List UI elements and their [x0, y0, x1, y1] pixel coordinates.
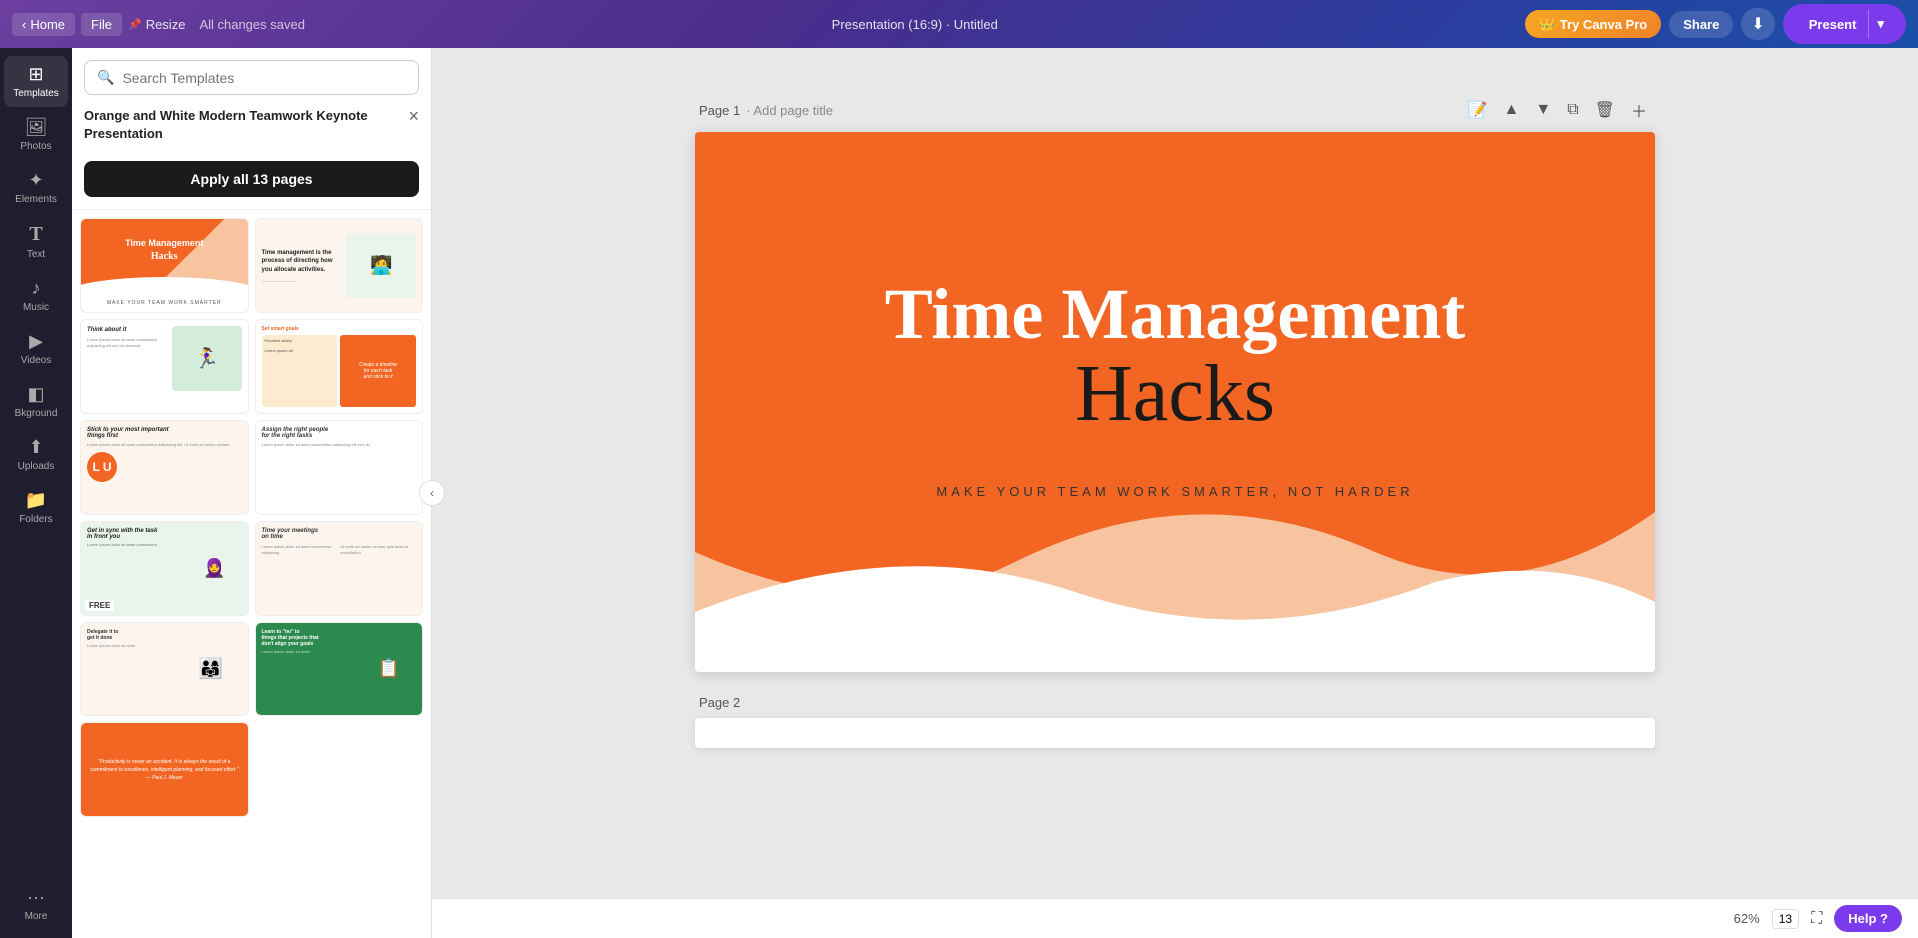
background-icon: ◧ [27, 384, 44, 405]
download-button[interactable]: ⬇ [1741, 8, 1774, 40]
main-area: ⊞ Templates 🖼 Photos ✦ Elements T Text ♪… [0, 48, 1918, 938]
try-canva-pro-button[interactable]: 👑 Try Canva Pro [1525, 10, 1662, 38]
topbar-right: 👑 Try Canva Pro Share ⬇ Present ▾ [1525, 4, 1906, 44]
present-label: Present [1797, 11, 1869, 38]
file-label: File [91, 17, 112, 32]
presentation-title: Presentation (16:9) · Untitled [313, 17, 1517, 32]
pin-icon: 📌 [128, 18, 142, 31]
icon-sidebar: ⊞ Templates 🖼 Photos ✦ Elements T Text ♪… [0, 48, 72, 938]
templates-panel: 🔍 Orange and White Modern Teamwork Keyno… [72, 48, 432, 938]
page-count-button[interactable]: 13 [1772, 909, 1799, 929]
home-button[interactable]: ‹ Home [12, 13, 75, 36]
photos-icon: 🖼 [25, 117, 48, 138]
search-input[interactable] [122, 70, 406, 86]
elements-icon: ✦ [28, 170, 43, 191]
template-thumb-11[interactable]: "Productivity is never an accident. It i… [80, 722, 249, 817]
add-notes-button[interactable]: 📝 [1464, 94, 1492, 126]
template-thumb-3[interactable]: Think about it Lorem ipsum dolor sit ame… [80, 319, 249, 414]
sidebar-item-uploads[interactable]: ⬆ Uploads [4, 429, 68, 480]
template-thumb-7[interactable]: Get in sync with the taskin front you Lo… [80, 521, 249, 616]
move-up-button[interactable]: ▲ [1500, 94, 1524, 126]
sidebar-item-folders[interactable]: 📁 Folders [4, 482, 68, 533]
sidebar-item-templates[interactable]: ⊞ Templates [4, 56, 68, 107]
resize-label: Resize [146, 17, 186, 32]
slide-1-content: Time Management Hacks MAKE YOUR TEAM WOR… [695, 132, 1655, 672]
slide-title-main: Time Management [885, 275, 1466, 354]
search-icon: 🔍 [97, 69, 114, 86]
folders-icon: 📁 [25, 490, 47, 511]
sidebar-item-photos[interactable]: 🖼 Photos [4, 109, 68, 160]
page-1-label: Page 1 [699, 103, 740, 118]
template-info: Orange and White Modern Teamwork Keynote… [72, 95, 431, 210]
topbar: ‹ Home File 📌 Resize All changes saved P… [0, 0, 1918, 48]
delete-page-button[interactable]: 🗑 [1591, 94, 1619, 126]
template-thumb-9[interactable]: Delegate it toget it done Lorem ipsum do… [80, 622, 249, 717]
sidebar-item-more[interactable]: ··· More [4, 879, 68, 930]
autosave-status: All changes saved [199, 17, 305, 32]
music-icon: ♪ [32, 278, 41, 299]
template-title-row: Orange and White Modern Teamwork Keynote… [84, 107, 419, 153]
move-down-button[interactable]: ▼ [1531, 94, 1555, 126]
present-button[interactable]: Present ▾ [1783, 4, 1906, 44]
template-thumb-4[interactable]: Set smart goals Prioritize wiselyLorem i… [255, 319, 424, 414]
template-thumb-1[interactable]: Time Management Hacks MAKE YOUR TEAM WOR… [80, 218, 249, 313]
template-thumb-6[interactable]: Assign the right peoplefor the right tas… [255, 420, 424, 515]
topbar-left: ‹ Home File 📌 Resize All changes saved [12, 13, 305, 36]
duplicate-page-button[interactable]: ⧉ [1563, 94, 1582, 126]
add-page-button[interactable]: ＋ [1627, 94, 1651, 126]
bottom-bar: 62% 13 ⛶ Help ? [432, 898, 1918, 938]
template-thumb-8[interactable]: Time your meetingson time Lorem ipsum do… [255, 521, 424, 616]
videos-icon: ▶ [29, 331, 43, 352]
slide-wrapper-2: Page 2 [695, 688, 1655, 748]
free-badge: FREE [85, 600, 114, 611]
help-button[interactable]: Help ? [1834, 905, 1902, 932]
slide-wrapper-1: Page 1 · Add page title 📝 ▲ ▼ ⧉ 🗑 ＋ [695, 88, 1655, 672]
template-title: Orange and White Modern Teamwork Keynote… [84, 107, 408, 143]
close-template-button[interactable]: × [408, 107, 419, 125]
sidebar-item-text[interactable]: T Text [4, 215, 68, 268]
resize-button[interactable]: 📌 Resize [128, 17, 185, 32]
more-icon: ··· [27, 887, 45, 908]
close-icon: × [408, 106, 419, 126]
zoom-level: 62% [1734, 911, 1760, 926]
page-2-label: Page 2 [699, 695, 740, 710]
text-icon: T [29, 223, 42, 246]
thumbnails-grid: Time Management Hacks MAKE YOUR TEAM WOR… [80, 218, 423, 817]
file-button[interactable]: File [81, 13, 122, 36]
slides-container: Page 1 · Add page title 📝 ▲ ▼ ⧉ 🗑 ＋ [432, 48, 1918, 938]
slide-canvas-2[interactable] [695, 718, 1655, 748]
slide-title-script: Hacks [885, 354, 1466, 434]
templates-icon: ⊞ [28, 64, 43, 85]
expand-button[interactable]: ⛶ [1811, 910, 1822, 928]
search-box: 🔍 [84, 60, 419, 95]
canvas-area: Page 1 · Add page title 📝 ▲ ▼ ⧉ 🗑 ＋ [432, 48, 1918, 938]
sidebar-item-videos[interactable]: ▶ Videos [4, 323, 68, 374]
template-thumb-2[interactable]: Time management is theprocess of directi… [255, 218, 424, 313]
crown-icon: 👑 [1539, 16, 1555, 32]
download-icon: ⬇ [1751, 16, 1764, 33]
share-button[interactable]: Share [1669, 11, 1733, 38]
sidebar-item-background[interactable]: ◧ Bkground [4, 376, 68, 427]
sidebar-item-elements[interactable]: ✦ Elements [4, 162, 68, 213]
slide-canvas-1[interactable]: Time Management Hacks MAKE YOUR TEAM WOR… [695, 132, 1655, 672]
hide-panel-button[interactable]: ‹ [419, 480, 445, 506]
template-thumb-5[interactable]: Stick to your most importantthings first… [80, 420, 249, 515]
sidebar-item-music[interactable]: ♪ Music [4, 270, 68, 321]
apply-all-pages-button[interactable]: Apply all 13 pages [84, 161, 419, 197]
slide-subtitle: MAKE YOUR TEAM WORK SMARTER, NOT HARDER [885, 484, 1466, 499]
search-area: 🔍 [72, 48, 431, 95]
home-label: Home [30, 17, 65, 32]
uploads-icon: ⬆ [28, 437, 43, 458]
template-thumb-10[interactable]: Learn to "no" tothings that projects tha… [255, 622, 424, 717]
thumbnails-area: Time Management Hacks MAKE YOUR TEAM WOR… [72, 210, 431, 938]
add-page-title-link[interactable]: · Add page title [746, 103, 833, 118]
present-dropdown-icon: ▾ [1868, 10, 1892, 38]
